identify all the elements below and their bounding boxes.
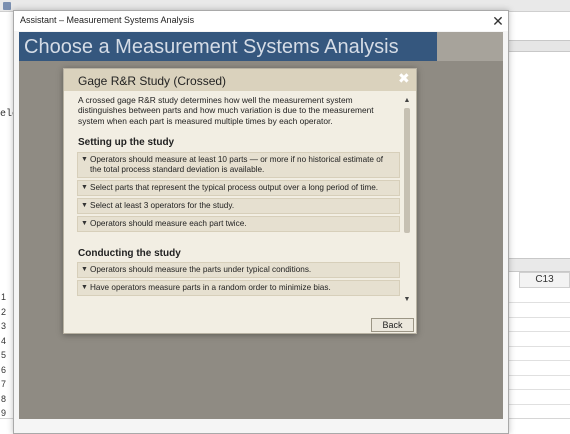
- grid-line: [509, 389, 570, 390]
- banner-title: Choose a Measurement Systems Analysis: [24, 36, 399, 58]
- dialog-content: A crossed gage R&R study determines how …: [77, 95, 402, 307]
- list-item[interactable]: ▼ Operators should measure at least 10 p…: [77, 152, 400, 178]
- worksheet-tab-strip: [509, 258, 570, 272]
- list-item[interactable]: ▼ Select at least 3 operators for the st…: [77, 198, 400, 214]
- row-number[interactable]: 5: [0, 348, 14, 363]
- chevron-down-icon: ▼: [81, 284, 88, 291]
- grid-line: [509, 360, 570, 361]
- chevron-down-icon[interactable]: ▼: [402, 295, 412, 305]
- pane-divider: [509, 40, 570, 52]
- column-header-c13[interactable]: C13: [519, 272, 570, 288]
- chevron-down-icon: ▼: [81, 266, 88, 273]
- list-item-text: Have operators measure parts in a random…: [90, 283, 331, 292]
- chevron-down-icon: ▼: [81, 202, 88, 209]
- section-heading: Setting up the study: [78, 137, 175, 148]
- back-button[interactable]: Back: [371, 318, 414, 332]
- row-number[interactable]: 1: [0, 290, 14, 305]
- list-item-text: Select parts that represent the typical …: [90, 183, 379, 192]
- grid-line: [509, 317, 570, 318]
- list-item[interactable]: ▼ Operators should measure each part twi…: [77, 216, 400, 232]
- row-number[interactable]: 3: [0, 319, 14, 334]
- grid-line: [509, 346, 570, 347]
- background-right-pane: [509, 12, 570, 434]
- list-item[interactable]: ▼ Operators should measure the parts und…: [77, 262, 400, 278]
- grid-line: [509, 404, 570, 405]
- row-number[interactable]: 8: [0, 392, 14, 407]
- chevron-down-icon: ▼: [81, 220, 88, 227]
- dialog-intro: A crossed gage R&R study determines how …: [78, 95, 374, 126]
- dialog-header: Gage R&R Study (Crossed) ✖: [64, 69, 416, 91]
- list-item-text: Operators should measure the parts under…: [90, 265, 312, 274]
- row-number[interactable]: 4: [0, 334, 14, 349]
- row-numbers: 1 2 3 4 5 6 7 8 9: [0, 290, 14, 421]
- close-icon[interactable]: ✕: [488, 11, 508, 31]
- banner-side-panel: [437, 32, 503, 61]
- dialog-scrollbar[interactable]: ▲ ▼: [402, 93, 412, 307]
- list-item[interactable]: ▼ Have operators measure parts in a rand…: [77, 280, 400, 296]
- assistant-window: Assistant – Measurement Systems Analysis…: [13, 10, 509, 434]
- section-heading: Conducting the study: [78, 248, 181, 259]
- scrollbar-thumb[interactable]: [404, 108, 410, 233]
- row-number[interactable]: 7: [0, 377, 14, 392]
- list-item-text: Select at least 3 operators for the stud…: [90, 201, 235, 210]
- row-number[interactable]: 6: [0, 363, 14, 378]
- row-number[interactable]: 2: [0, 305, 14, 320]
- close-icon[interactable]: ✖: [398, 70, 410, 87]
- list-item-text: Operators should measure at least 10 par…: [90, 155, 384, 174]
- gage-rr-dialog: Gage R&R Study (Crossed) ✖ A crossed gag…: [63, 68, 417, 334]
- window-title: Assistant – Measurement Systems Analysis: [20, 15, 195, 25]
- banner: Choose a Measurement Systems Analysis: [19, 32, 437, 61]
- list-item-text: Operators should measure each part twice…: [90, 219, 247, 228]
- chevron-down-icon: ▼: [81, 184, 88, 191]
- grid-line: [509, 331, 570, 332]
- list-item[interactable]: ▼ Select parts that represent the typica…: [77, 180, 400, 196]
- grid-line: [509, 302, 570, 303]
- window-titlebar[interactable]: Assistant – Measurement Systems Analysis…: [14, 11, 508, 31]
- toolbar-icon[interactable]: [3, 2, 11, 10]
- chevron-down-icon: ▼: [81, 156, 88, 163]
- chevron-up-icon[interactable]: ▲: [402, 96, 412, 106]
- grid-line: [509, 375, 570, 376]
- dialog-title: Gage R&R Study (Crossed): [78, 74, 227, 88]
